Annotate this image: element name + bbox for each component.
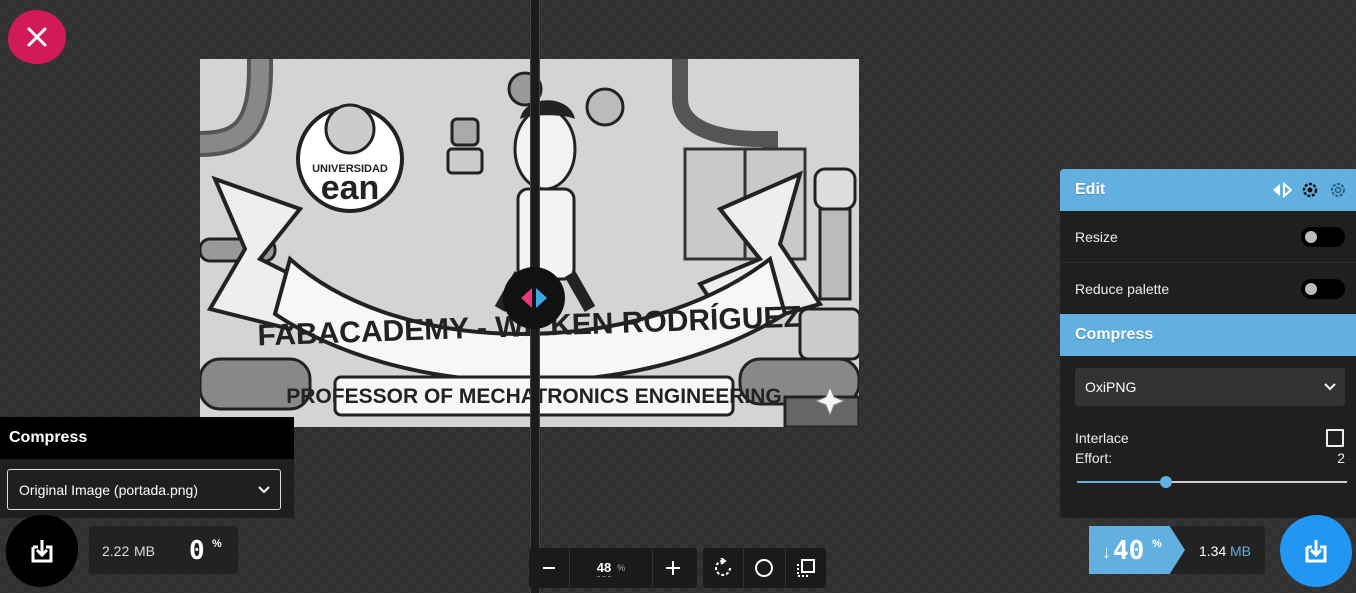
reduction-percent: 40 [1113, 536, 1145, 566]
split-arrows-icon [521, 288, 547, 308]
left-compress-title: Compress [0, 417, 294, 459]
reduction-percent-sign: % [1152, 538, 1162, 550]
download-original-button[interactable] [6, 515, 78, 587]
rotate-icon [715, 558, 732, 576]
circle-icon [755, 559, 774, 577]
left-codec-select-value: Original Image (portada.png) [19, 481, 198, 498]
reduction-arrow: ↓ [1102, 542, 1111, 562]
effort-slider[interactable] [1077, 468, 1347, 498]
effort-row: Effort: 2 [1060, 448, 1356, 468]
original-stats: 2.22 MB 0 % [89, 526, 238, 574]
split-handle[interactable] [503, 267, 565, 329]
reduce-palette-label: Reduce palette [1075, 280, 1170, 297]
download-icon [31, 540, 53, 563]
left-codec-select[interactable]: Original Image (portada.png) [7, 469, 281, 510]
zoom-in-button[interactable] [653, 548, 693, 588]
view-tools [703, 548, 826, 588]
resize-row: Resize [1060, 211, 1356, 263]
effort-value: 2 [1337, 450, 1345, 466]
compare-icon [796, 559, 815, 577]
interlace-checkbox[interactable] [1326, 429, 1344, 447]
compress-title: Compress [1075, 326, 1154, 343]
right-options-panel: Edit Resize Reduce palette Compress OxiP… [1060, 169, 1356, 518]
compressed-size-unit: MB [1230, 543, 1251, 559]
plus-icon [666, 561, 680, 575]
original-size-unit: MB [134, 543, 155, 559]
chevron-down-icon [258, 485, 270, 493]
reduce-palette-toggle[interactable] [1301, 278, 1345, 299]
interlace-label: Interlace [1075, 430, 1129, 446]
minus-icon [543, 567, 555, 569]
edit-title: Edit [1075, 181, 1106, 198]
logo-ean-text: ean [321, 169, 380, 207]
compressed-size-value: 1.34 [1199, 543, 1227, 559]
effort-slider-thumb[interactable] [1160, 476, 1173, 488]
reduce-palette-row: Reduce palette [1060, 263, 1356, 314]
zoom-out-button[interactable] [529, 548, 569, 588]
original-percent: 0 [189, 536, 205, 566]
zoom-value[interactable]: 48 % [569, 548, 653, 588]
compressed-stats: ↓ 40 % 1.34 MB [1089, 526, 1265, 574]
swap-sides-icon[interactable] [1272, 182, 1292, 198]
codec-select-value: OxiPNG [1085, 379, 1137, 395]
close-icon [27, 27, 47, 47]
codec-select[interactable]: OxiPNG [1075, 368, 1345, 406]
zoom-controls: 48 % [529, 548, 697, 588]
left-options-panel: Compress Original Image (portada.png) [0, 417, 294, 518]
close-button[interactable] [8, 10, 66, 64]
download-compressed-button[interactable] [1280, 515, 1352, 587]
compress-header: Compress [1060, 314, 1356, 356]
settings-export-icon[interactable] [1328, 180, 1348, 200]
original-size-value: 2.22 [102, 543, 130, 559]
original-percent-sign: % [212, 538, 222, 550]
edit-header: Edit [1060, 169, 1356, 211]
resize-toggle[interactable] [1301, 226, 1345, 247]
download-icon [1305, 540, 1327, 563]
chevron-down-icon [1324, 383, 1336, 391]
zoom-number: 48 [596, 559, 612, 577]
effort-label: Effort: [1075, 450, 1113, 466]
settings-import-icon[interactable] [1300, 180, 1320, 200]
resize-label: Resize [1075, 228, 1118, 245]
zoom-unit: % [617, 563, 626, 573]
rotate-button[interactable] [703, 548, 743, 588]
background-toggle-button[interactable] [743, 548, 784, 588]
side-by-side-button[interactable] [784, 548, 826, 588]
